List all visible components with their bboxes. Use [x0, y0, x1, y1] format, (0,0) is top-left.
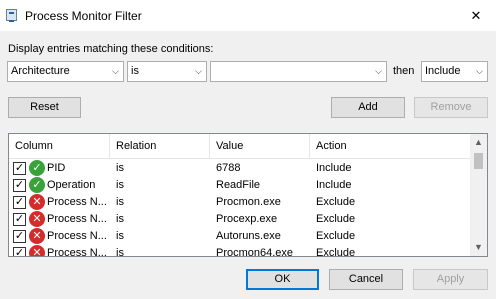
row-action: Include: [316, 179, 352, 191]
row-column: Process N...: [47, 196, 107, 208]
row-value: Procexp.exe: [216, 213, 278, 225]
scroll-down-icon[interactable]: ▼: [470, 239, 487, 256]
row-relation: is: [116, 230, 124, 242]
relation-select-value: is: [131, 65, 139, 77]
row-column: PID: [47, 162, 66, 174]
table-row[interactable]: ✓ ✓ PID is 6788 Include: [9, 160, 471, 177]
row-relation: is: [116, 196, 124, 208]
add-button[interactable]: Add: [331, 97, 405, 118]
row-value: 6788: [216, 162, 241, 174]
row-checkbox[interactable]: ✓: [13, 179, 26, 192]
exclude-x-icon: ✕: [29, 211, 45, 227]
value-combo[interactable]: ⌵: [210, 61, 387, 82]
title-bar: Process Monitor Filter ✕: [0, 0, 496, 31]
close-icon[interactable]: ✕: [456, 0, 496, 31]
scroll-thumb[interactable]: [474, 153, 483, 169]
chevron-down-icon: ⌵: [375, 66, 382, 76]
row-action: Exclude: [316, 247, 356, 257]
reset-button[interactable]: Reset: [8, 97, 81, 118]
include-check-icon: ✓: [29, 177, 45, 193]
row-column: Process N...: [47, 247, 107, 257]
apply-button[interactable]: Apply: [413, 269, 488, 290]
list-header: Column Relation Value Action: [9, 134, 471, 159]
row-relation: is: [116, 179, 124, 191]
cancel-button[interactable]: Cancel: [329, 269, 403, 290]
row-checkbox[interactable]: ✓: [13, 247, 26, 256]
column-header-relation[interactable]: Relation: [110, 134, 210, 159]
remove-button[interactable]: Remove: [414, 97, 488, 118]
column-header-column[interactable]: Column: [9, 134, 110, 159]
row-action: Exclude: [316, 196, 356, 208]
column-header-action[interactable]: Action: [310, 134, 400, 159]
table-row[interactable]: ✓ ✓ Operation is ReadFile Include: [9, 177, 471, 194]
table-row[interactable]: ✓ ✕ Process N... is Autoruns.exe Exclude: [9, 228, 471, 245]
include-check-icon: ✓: [29, 160, 45, 176]
vertical-scrollbar[interactable]: ▲ ▼: [470, 134, 487, 256]
row-checkbox[interactable]: ✓: [13, 162, 26, 175]
row-checkbox[interactable]: ✓: [13, 213, 26, 226]
row-relation: is: [116, 213, 124, 225]
action-select-value: Include: [425, 65, 461, 77]
chevron-down-icon: ⌵: [476, 66, 483, 76]
row-checkbox[interactable]: ✓: [13, 196, 26, 209]
table-row[interactable]: ✓ ✕ Process N... is Procmon64.exe Exclud…: [9, 245, 471, 257]
ok-button[interactable]: OK: [246, 269, 319, 290]
filter-list[interactable]: Column Relation Value Action ✓ ✓ PID is …: [8, 133, 488, 257]
row-column: Operation: [47, 179, 96, 191]
chevron-down-icon: ⌵: [195, 66, 202, 76]
row-action: Exclude: [316, 230, 356, 242]
row-value: Autoruns.exe: [216, 230, 281, 242]
then-label: then: [393, 65, 415, 77]
filter-app-icon: [6, 9, 17, 22]
action-select[interactable]: Include ⌵: [421, 61, 488, 82]
row-action: Include: [316, 162, 352, 174]
column-select-value: Architecture: [11, 65, 70, 77]
row-relation: is: [116, 247, 124, 257]
row-checkbox[interactable]: ✓: [13, 230, 26, 243]
row-action: Exclude: [316, 213, 356, 225]
row-value: Procmon.exe: [216, 196, 281, 208]
exclude-x-icon: ✕: [29, 194, 45, 210]
relation-select[interactable]: is ⌵: [127, 61, 207, 82]
table-row[interactable]: ✓ ✕ Process N... is Procexp.exe Exclude: [9, 211, 471, 228]
row-relation: is: [116, 162, 124, 174]
exclude-x-icon: ✕: [29, 228, 45, 244]
row-column: Process N...: [47, 230, 107, 242]
row-column: Process N...: [47, 213, 107, 225]
row-value: ReadFile: [216, 179, 261, 191]
row-value: Procmon64.exe: [216, 247, 294, 257]
scroll-up-icon[interactable]: ▲: [470, 134, 487, 151]
exclude-x-icon: ✕: [29, 245, 45, 256]
conditions-prompt: Display entries matching these condition…: [8, 43, 214, 55]
window-title: Process Monitor Filter: [25, 9, 142, 23]
column-header-value[interactable]: Value: [210, 134, 310, 159]
chevron-down-icon: ⌵: [112, 66, 119, 76]
table-row[interactable]: ✓ ✕ Process N... is Procmon.exe Exclude: [9, 194, 471, 211]
column-select[interactable]: Architecture ⌵: [7, 61, 124, 82]
